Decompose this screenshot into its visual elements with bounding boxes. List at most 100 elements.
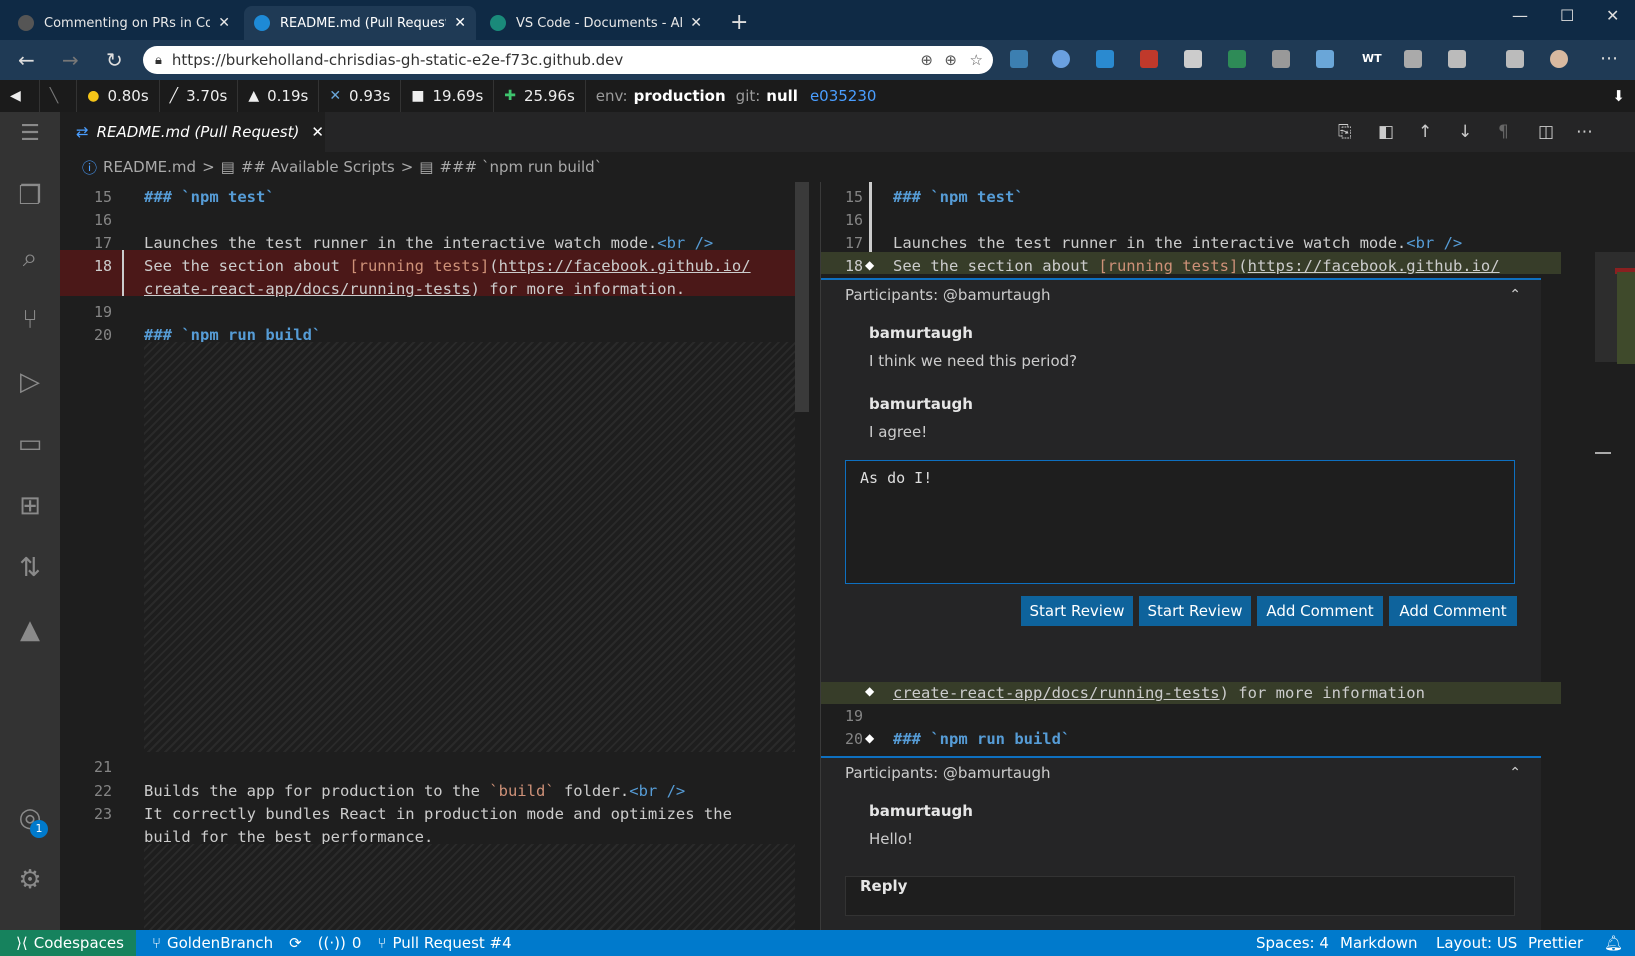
- k-ext-icon[interactable]: [1448, 50, 1466, 68]
- more-icon[interactable]: ⋯: [1600, 48, 1618, 69]
- collapse-icon[interactable]: ⌃: [1509, 287, 1521, 303]
- open-file-icon[interactable]: ⎘: [1338, 122, 1352, 142]
- browser-tab-2[interactable]: README.md (Pull Request) - gh ✕: [244, 6, 476, 40]
- editor-tab-title: README.md (Pull Request): [96, 123, 300, 141]
- perf-item-book[interactable]: ■ 19.69s: [401, 80, 495, 112]
- perf-item-puzzle[interactable]: ✚ 25.96s: [494, 80, 586, 112]
- add-comment-button[interactable]: Add Comment: [1257, 596, 1383, 626]
- comment-thread-header[interactable]: Participants: @bamurtaugh ⌃: [821, 758, 1541, 788]
- pull-request-icon: ⑂: [377, 934, 387, 952]
- close-icon[interactable]: ✕: [311, 123, 324, 141]
- react-ext-icon[interactable]: [1010, 50, 1028, 68]
- forward-icon[interactable]: →: [62, 48, 79, 72]
- breadcrumb-file[interactable]: README.md: [103, 158, 196, 176]
- search-icon[interactable]: ⌕: [14, 242, 46, 274]
- editor-tab-readme[interactable]: ⇄ README.md (Pull Request) ✕: [60, 112, 325, 152]
- language-mode[interactable]: Markdown: [1340, 934, 1417, 952]
- next-change-icon[interactable]: ↓: [1458, 122, 1472, 142]
- more-actions-icon[interactable]: ⋯: [1576, 122, 1593, 142]
- explorer-icon[interactable]: ❐: [14, 180, 46, 212]
- office-ext-icon[interactable]: [1140, 50, 1158, 68]
- prettier-status[interactable]: Prettier: [1528, 934, 1583, 952]
- y-ext-icon[interactable]: [1404, 50, 1422, 68]
- sync-item[interactable]: ⟳: [289, 934, 302, 952]
- settings-gear-icon[interactable]: ⚙: [14, 864, 46, 896]
- whitespace-icon[interactable]: ¶: [1498, 122, 1509, 142]
- perf-item-rocket[interactable]: ▲ 0.19s: [238, 80, 320, 112]
- close-icon[interactable]: ✕: [218, 15, 230, 31]
- ports-item[interactable]: ((·)) 0: [318, 934, 362, 952]
- perf-item-brush[interactable]: ╲: [40, 80, 78, 112]
- comment-thread-header[interactable]: Participants: @bamurtaugh ⌃: [821, 280, 1541, 310]
- remote-explorer-icon[interactable]: ▭: [14, 428, 46, 460]
- perf-item-head[interactable]: ● 0.80s: [77, 80, 160, 112]
- close-window-icon[interactable]: ✕: [1606, 6, 1619, 25]
- diff-original-pane[interactable]: 15 ### `npm test` 16 17 Launches the tes…: [60, 182, 795, 930]
- line-number: 21: [93, 758, 112, 776]
- download-icon[interactable]: ⬇: [1612, 87, 1625, 105]
- overview-ruler[interactable]: [1595, 182, 1635, 930]
- breadcrumb-subsection[interactable]: ### `npm run build`: [439, 158, 602, 176]
- perf-item-lamp[interactable]: ◀: [0, 80, 40, 112]
- pull-request-item[interactable]: ⑂ Pull Request #4: [377, 934, 511, 952]
- inline-view-icon[interactable]: ◧: [1378, 122, 1394, 142]
- phone-ext-icon[interactable]: [1316, 50, 1334, 68]
- remote-indicator[interactable]: ⟩⟨ Codespaces: [0, 930, 136, 956]
- close-icon[interactable]: ✕: [690, 15, 702, 31]
- source-control-icon[interactable]: ⑂: [14, 304, 46, 336]
- url-field[interactable]: 🔒︎ https://burkeholland-chrisdias-gh-sta…: [143, 46, 993, 74]
- reply-textarea[interactable]: As do I!: [845, 460, 1515, 584]
- add-comment-button[interactable]: Add Comment: [1389, 596, 1517, 626]
- favorite-icon[interactable]: ☆: [970, 51, 983, 69]
- line-number: 18: [93, 257, 112, 275]
- maximize-icon[interactable]: ☐: [1560, 6, 1574, 25]
- comment-author: bamurtaugh: [869, 324, 973, 342]
- diff-modified-pane[interactable]: 15 ### `npm test` 16 17 Launches the tes…: [820, 182, 1595, 930]
- start-review-button[interactable]: Start Review: [1021, 596, 1133, 626]
- url-text: https://burkeholland-chrisdias-gh-static…: [171, 51, 624, 69]
- window-ext-icon[interactable]: [1096, 50, 1114, 68]
- prev-change-icon[interactable]: ↑: [1418, 122, 1432, 142]
- minimize-icon[interactable]: —: [1512, 6, 1528, 25]
- comment-diamond-icon[interactable]: ◆: [865, 258, 874, 272]
- close-icon[interactable]: ✕: [454, 15, 466, 31]
- split-editor-icon[interactable]: ◫: [1538, 122, 1554, 142]
- browser-tab-3[interactable]: VS Code - Documents - All Docu ✕: [480, 6, 712, 40]
- add-icon[interactable]: ⊕: [920, 51, 933, 69]
- extensions-icon[interactable]: ⊞: [14, 490, 46, 522]
- left-scrollbar[interactable]: [795, 182, 809, 412]
- start-review-button[interactable]: Start Review: [1139, 596, 1251, 626]
- reply-input[interactable]: Reply: [845, 876, 1515, 916]
- commit-hash-link[interactable]: e035230: [810, 87, 877, 105]
- collections-icon[interactable]: [1506, 50, 1524, 68]
- notifications-icon[interactable]: 🔔︎: [1604, 934, 1623, 952]
- azure-icon[interactable]: ▲: [14, 614, 46, 646]
- browser-tab-title: Commenting on PRs in Codespa: [44, 15, 211, 31]
- diff-filler-region: [144, 342, 795, 752]
- image-ext-icon[interactable]: [1228, 50, 1246, 68]
- drop-ext-icon[interactable]: [1052, 50, 1070, 68]
- comment-diamond-icon[interactable]: ◆: [865, 731, 874, 745]
- keyboard-layout[interactable]: Layout: US: [1436, 934, 1517, 952]
- collapse-icon[interactable]: ⌃: [1509, 765, 1521, 781]
- wt-ext-icon[interactable]: WT: [1362, 52, 1382, 65]
- new-tab-icon[interactable]: +: [730, 10, 748, 35]
- layers-ext-icon[interactable]: [1184, 50, 1202, 68]
- breadcrumb-section[interactable]: ## Available Scripts: [241, 158, 395, 176]
- v-ext-icon[interactable]: [1272, 50, 1290, 68]
- perf-value: 3.70s: [186, 87, 228, 105]
- run-debug-icon[interactable]: ▷: [14, 366, 46, 398]
- perf-item-wand[interactable]: ╱ 3.70s: [160, 80, 239, 112]
- comment-diamond-icon[interactable]: ◆: [865, 684, 874, 698]
- perf-item-tools[interactable]: ✕ 0.93s: [319, 80, 402, 112]
- zoom-icon[interactable]: ⊕: [944, 51, 957, 69]
- back-icon[interactable]: ←: [18, 48, 35, 72]
- pull-requests-icon[interactable]: ⇅: [14, 552, 46, 584]
- menu-icon[interactable]: ☰: [14, 118, 46, 150]
- branch-item[interactable]: ⑂ GoldenBranch: [152, 934, 273, 952]
- line-number: 16: [93, 211, 112, 229]
- refresh-icon[interactable]: ↻: [106, 48, 123, 72]
- profile-avatar[interactable]: [1550, 50, 1568, 68]
- browser-tab-1[interactable]: Commenting on PRs in Codespa ✕: [8, 6, 240, 40]
- indentation-status[interactable]: Spaces: 4: [1256, 934, 1329, 952]
